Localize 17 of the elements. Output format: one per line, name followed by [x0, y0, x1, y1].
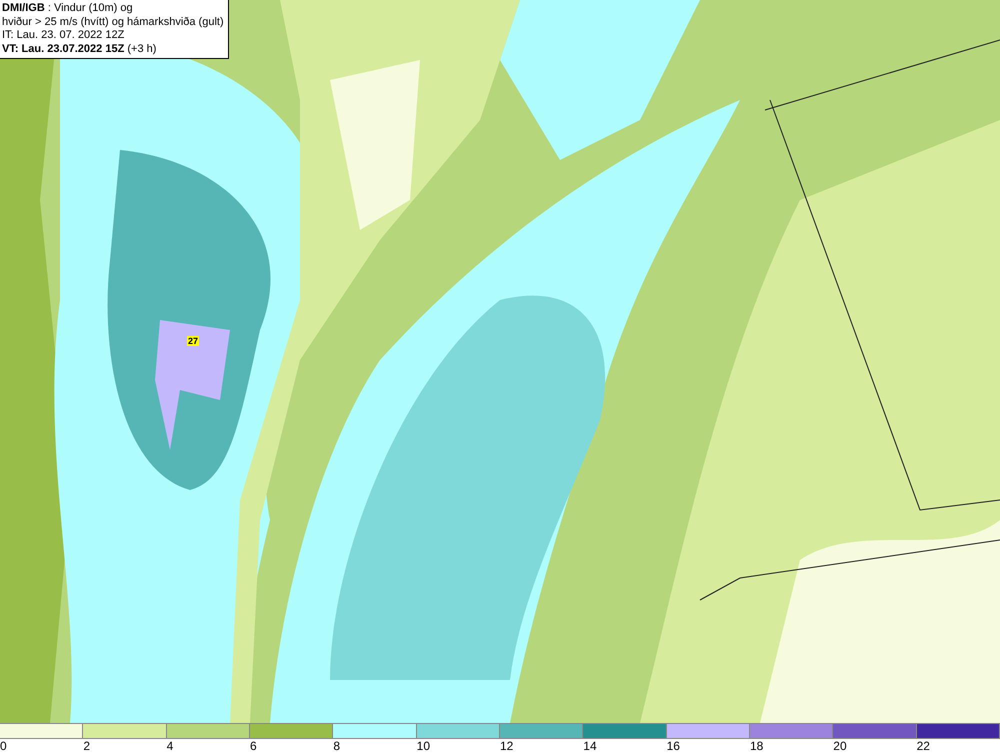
title-line: DMI/IGB : Vindur (10m) og: [2, 2, 134, 16]
legend-label: 4: [166, 739, 174, 753]
max-gust-label: 27: [187, 336, 200, 346]
title-line: hviður > 25 m/s (hvítt) og hámarkshviða (gult): [2, 16, 224, 29]
legend-label: 6: [250, 739, 257, 753]
legend-label: 2: [83, 739, 90, 753]
legend-label: 8: [333, 739, 340, 753]
legend-label: 0: [0, 739, 7, 753]
legend-label: 16: [666, 739, 680, 753]
title-line: IT: Lau. 23. 07. 2022 12Z: [2, 29, 126, 42]
legend-label: 22: [916, 739, 930, 753]
legend-label: 18: [750, 739, 764, 753]
legend-label: 10: [416, 739, 430, 753]
legend-label: 14: [583, 739, 597, 753]
legend-label: 20: [833, 739, 847, 753]
legend-label: 12: [500, 739, 514, 753]
title-line: VT: Lau. 23.07.2022 15Z (+3 h): [2, 42, 158, 56]
